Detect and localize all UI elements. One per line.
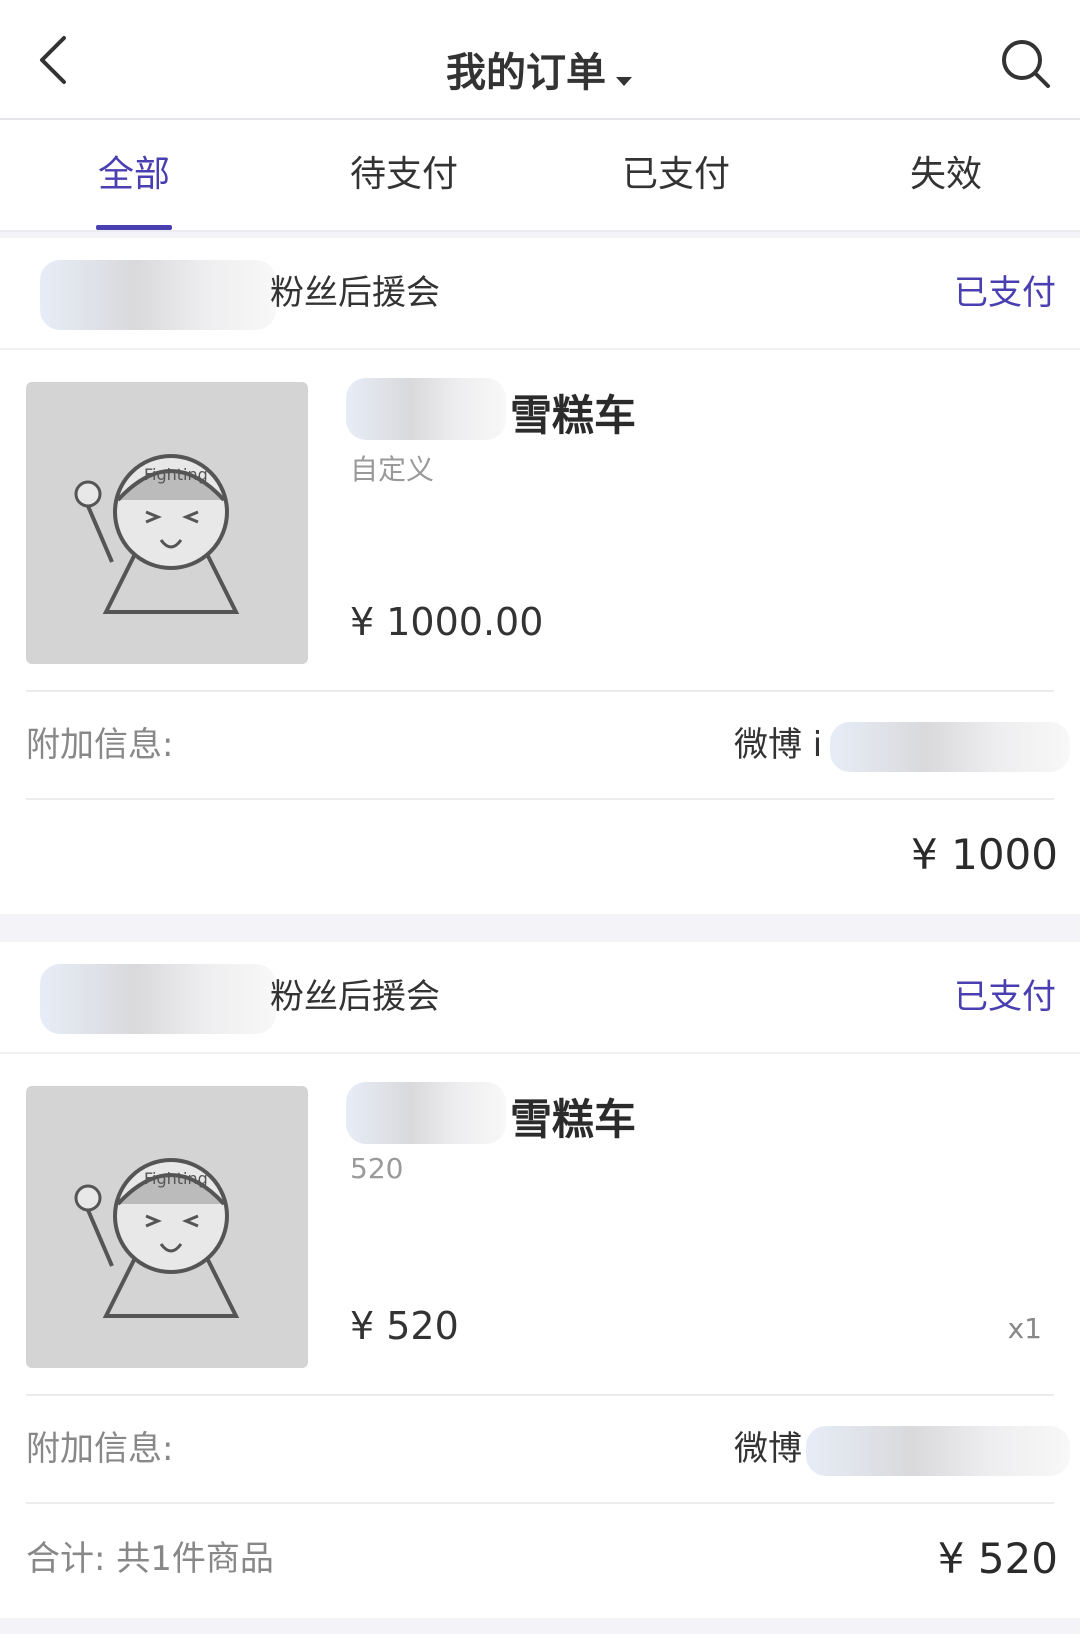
tab-label: 已支付 [621, 154, 730, 195]
search-button[interactable] [998, 36, 1058, 96]
product-spec: 自定义 [350, 453, 435, 486]
product-thumbnail: Fighting [26, 382, 308, 664]
product-thumbnail: Fighting [26, 1086, 308, 1368]
redacted-extra-info [830, 722, 1070, 772]
svg-text:Fighting: Fighting [144, 465, 208, 484]
top-bar: 我的订单 [0, 0, 1080, 120]
product-quantity: x1 [1007, 1312, 1042, 1345]
product-row[interactable]: Fighting 雪糕车 自定义 ¥ 1000.00 [0, 350, 1080, 690]
extra-info-row: 附加信息: 微博 [0, 1396, 1080, 1502]
tab-label: 待支付 [349, 154, 458, 195]
svg-text:Fighting: Fighting [144, 1169, 208, 1188]
redacted-shop-name [40, 260, 276, 330]
order-status: 已支付 [954, 977, 1056, 1017]
shop-name: 粉丝后援会 [270, 977, 440, 1017]
total-row: 合计: 共1件商品 ¥ 520 [0, 1504, 1080, 1614]
product-price: ¥ 520 [350, 1304, 459, 1348]
tab-label: 全部 [97, 154, 170, 195]
caret-down-icon [614, 52, 634, 98]
order-tabs: 全部 待支付 已支付 失效 [0, 120, 1080, 232]
order-status: 已支付 [954, 273, 1056, 313]
order-card[interactable]: 粉丝后援会 已支付 Fighting 雪糕车 520 ¥ 520 x1 附加信息… [0, 942, 1080, 1618]
extra-info-label: 附加信息: [26, 725, 174, 765]
product-name: 雪糕车 [510, 1095, 637, 1144]
tab-pending-payment[interactable]: 待支付 [304, 120, 504, 230]
product-spec: 520 [350, 1152, 404, 1185]
tab-paid[interactable]: 已支付 [576, 120, 776, 230]
extra-info-label: 附加信息: [26, 1429, 174, 1469]
placeholder-cartoon-icon: Fighting [74, 1158, 240, 1318]
order-card[interactable]: 粉丝后援会 已支付 Fighting 雪糕车 自定义 ¥ 1000.00 附加信… [0, 238, 1080, 914]
extra-info-value: 微博 [734, 1429, 802, 1469]
extra-info-value: 微博 i [734, 725, 823, 765]
tab-label: 失效 [909, 154, 982, 195]
page-title-dropdown[interactable]: 我的订单 [0, 40, 1080, 98]
extra-info-row: 附加信息: 微博 i [0, 692, 1080, 798]
redacted-shop-name [40, 964, 276, 1034]
search-icon [1002, 40, 1050, 88]
total-label: 合计: 共1件商品 [26, 1539, 274, 1579]
page-title: 我的订单 [446, 50, 606, 96]
total-amount: ¥ 520 [937, 1534, 1058, 1583]
shop-row[interactable]: 粉丝后援会 已支付 [0, 942, 1080, 1054]
product-row[interactable]: Fighting 雪糕车 520 ¥ 520 x1 [0, 1054, 1080, 1394]
product-name: 雪糕车 [510, 391, 637, 440]
total-row: ¥ 1000 [0, 800, 1080, 910]
product-price: ¥ 1000.00 [350, 600, 544, 644]
active-tab-indicator [96, 225, 172, 230]
total-amount: ¥ 1000 [911, 830, 1058, 879]
tab-expired[interactable]: 失效 [846, 120, 1046, 230]
shop-name: 粉丝后援会 [270, 273, 440, 313]
tab-all[interactable]: 全部 [34, 120, 234, 230]
redacted-product-prefix [346, 378, 506, 440]
redacted-extra-info [806, 1426, 1070, 1476]
shop-row[interactable]: 粉丝后援会 已支付 [0, 238, 1080, 350]
placeholder-cartoon-icon: Fighting [74, 454, 240, 614]
redacted-product-prefix [346, 1082, 506, 1144]
